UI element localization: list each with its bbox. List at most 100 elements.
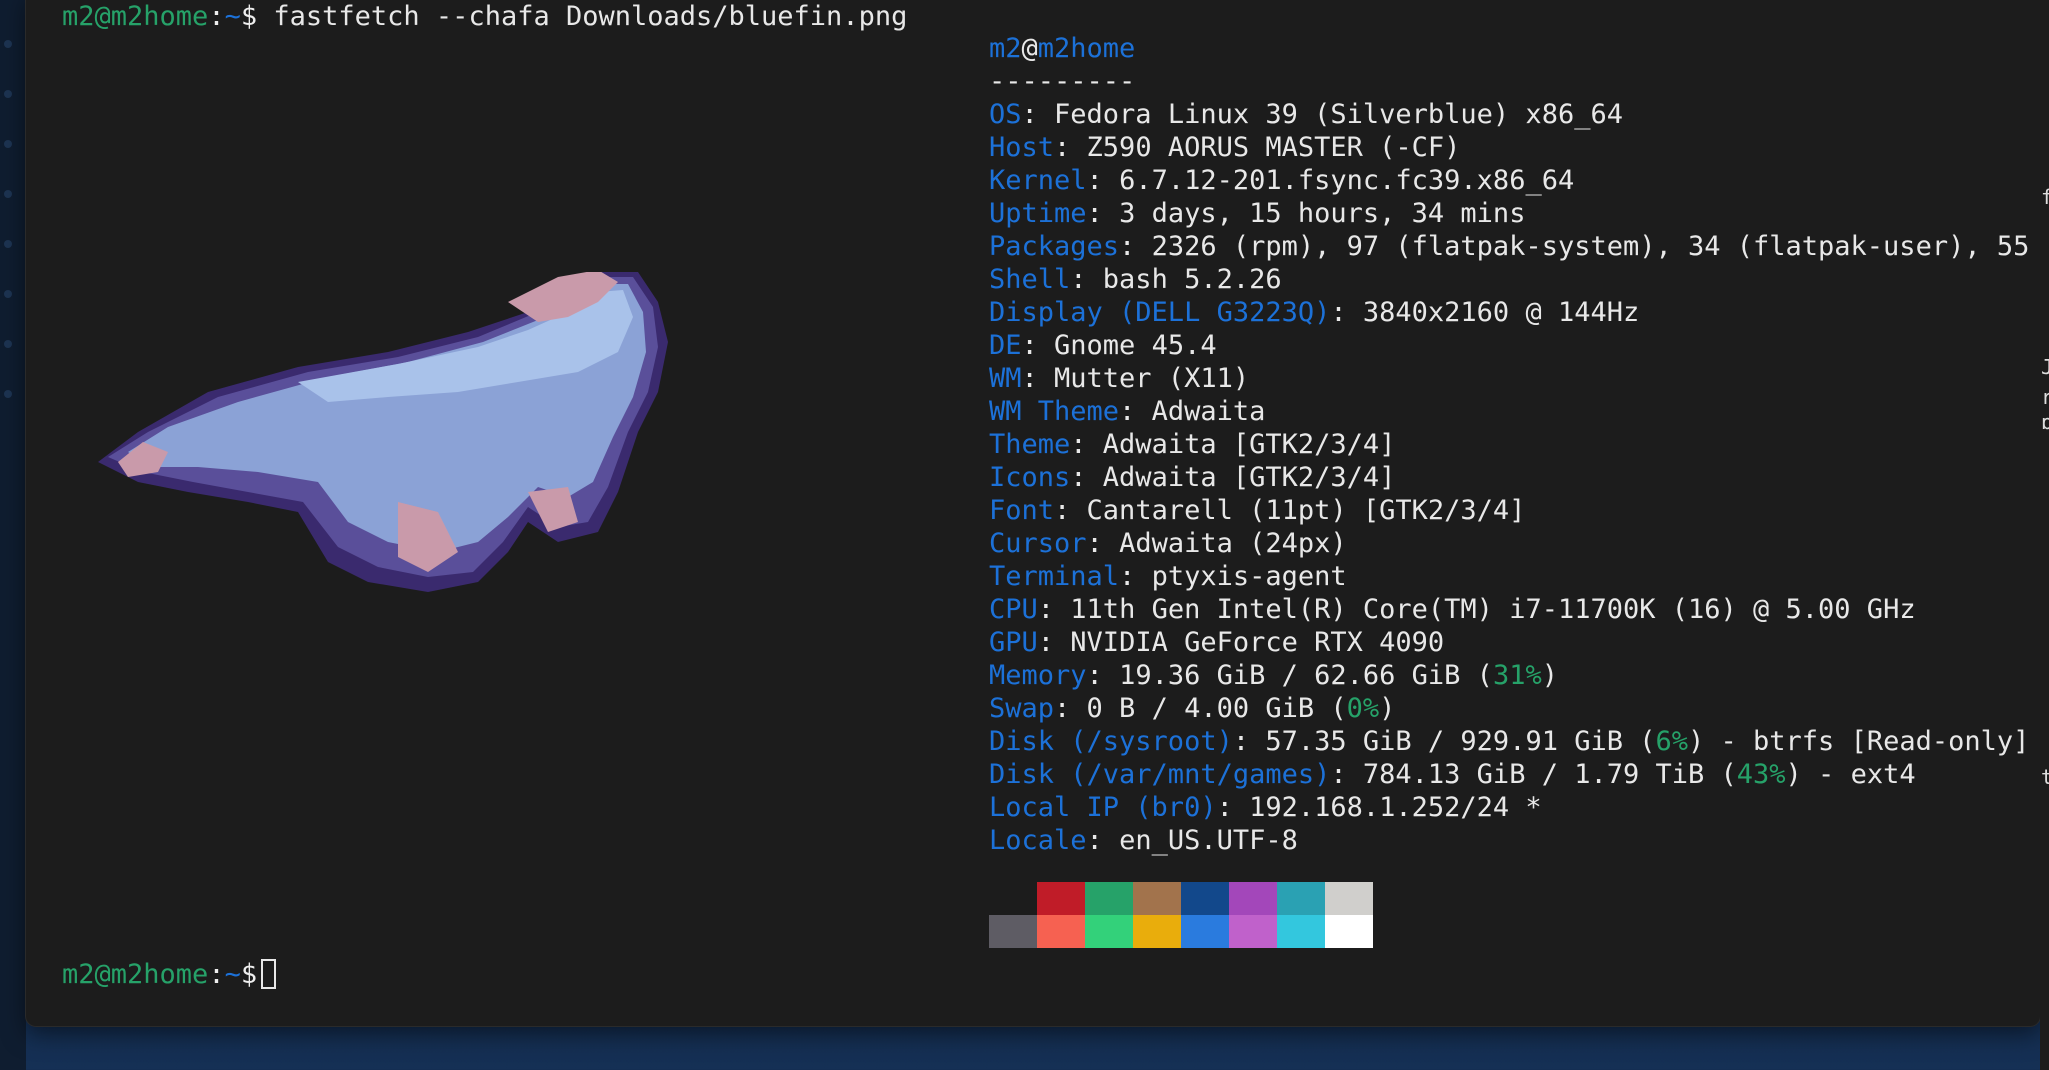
- info-value: 57.35 GiB / 929.91 GiB (: [1265, 726, 1656, 757]
- palette-swatch: [1181, 882, 1229, 915]
- prompt-symbol: $: [240, 959, 258, 990]
- terminal-window[interactable]: m2@m2home:~$ fastfetch --chafa Downloads…: [26, 0, 2040, 1026]
- info-key: Icons: [989, 462, 1071, 493]
- info-value: 3840x2160 @ 144Hz: [1362, 297, 1640, 328]
- palette-swatch: [989, 882, 1037, 915]
- palette-swatch: [1085, 882, 1133, 915]
- palette-swatch: [1085, 915, 1133, 948]
- edge-text-fragment: r: [2041, 385, 2049, 409]
- info-value-tail: ) - btrfs [Read-only]: [1688, 726, 2030, 757]
- bluefin-dinosaur-image: [98, 272, 668, 592]
- info-key: Local IP (br0): [989, 792, 1217, 823]
- info-key: Kernel: [989, 165, 1087, 196]
- dinosaur-pixel-art: [98, 272, 668, 592]
- info-value: 2326 (rpm), 97 (flatpak-system), 34 (fla…: [1151, 231, 2040, 262]
- info-value: 11th Gen Intel(R) Core(TM) i7-11700K (16…: [1070, 594, 1916, 625]
- prompt-path: ~: [224, 1, 241, 32]
- info-row: Display (DELL G3223Q): 3840x2160 @ 144Hz: [989, 297, 1640, 328]
- info-key: Display (DELL G3223Q): [989, 297, 1331, 328]
- palette-swatch: [1325, 915, 1373, 948]
- palette-swatch: [1133, 915, 1181, 948]
- info-value: Adwaita (24px): [1119, 528, 1347, 559]
- info-value: Fedora Linux 39 (Silverblue) x86_64: [1054, 99, 1623, 130]
- prompt-separator: :: [208, 1, 225, 32]
- palette-swatch: [1277, 915, 1325, 948]
- palette-swatch: [1133, 882, 1181, 915]
- info-value: Adwaita [GTK2/3/4]: [1102, 429, 1396, 460]
- info-key: WM Theme: [989, 396, 1120, 427]
- info-row: Terminal: ptyxis-agent: [989, 561, 1347, 592]
- info-row: OS: Fedora Linux 39 (Silverblue) x86_64: [989, 99, 1623, 130]
- info-row: DE: Gnome 45.4: [989, 330, 1217, 361]
- info-row: Kernel: 6.7.12-201.fsync.fc39.x86_64: [989, 165, 1575, 196]
- palette-swatch: [1229, 915, 1277, 948]
- info-value-tail: ): [1541, 660, 1558, 691]
- info-key: OS: [989, 99, 1022, 130]
- info-value: 6.7.12-201.fsync.fc39.x86_64: [1119, 165, 1575, 196]
- info-key: Swap: [989, 693, 1055, 724]
- info-value: Z590 AORUS MASTER (-CF): [1086, 132, 1461, 163]
- palette-swatch: [1037, 915, 1085, 948]
- prompt-separator: :: [208, 959, 225, 990]
- info-key: Host: [989, 132, 1055, 163]
- title-host: m2home: [1037, 33, 1136, 64]
- info-value: bash 5.2.26: [1102, 264, 1282, 295]
- info-row: Locale: en_US.UTF-8: [989, 825, 1298, 856]
- info-value: ptyxis-agent: [1151, 561, 1347, 592]
- text-cursor: [261, 959, 277, 989]
- prompt-user-host: m2@m2home: [62, 959, 209, 990]
- desktop-edge-right: f Jrɒt t: [2040, 0, 2049, 1070]
- palette-swatch: [989, 915, 1037, 948]
- info-value: Adwaita [GTK2/3/4]: [1102, 462, 1396, 493]
- info-value-tail: ): [1379, 693, 1396, 724]
- info-value: NVIDIA GeForce RTX 4090: [1070, 627, 1445, 658]
- info-key: Cursor: [989, 528, 1087, 559]
- palette-swatch: [1325, 882, 1373, 915]
- title-user: m2: [989, 33, 1022, 64]
- info-percent: 31%: [1492, 660, 1542, 691]
- info-key: Theme: [989, 429, 1071, 460]
- info-key: Disk (/sysroot): [989, 726, 1233, 757]
- info-key: Locale: [989, 825, 1087, 856]
- prompt-user-host: m2@m2home: [62, 1, 209, 32]
- info-value: 19.36 GiB / 62.66 GiB (: [1119, 660, 1493, 691]
- info-separator: ---------: [989, 66, 1136, 97]
- info-value: 3 days, 15 hours, 34 mins: [1119, 198, 1526, 229]
- info-row: CPU: 11th Gen Intel(R) Core(TM) i7-11700…: [989, 594, 1916, 625]
- info-row: GPU: NVIDIA GeForce RTX 4090: [989, 627, 1445, 658]
- info-key: DE: [989, 330, 1022, 361]
- info-row: Shell: bash 5.2.26: [989, 264, 1282, 295]
- info-key: Uptime: [989, 198, 1087, 229]
- command-line: m2@m2home:~$ fastfetch --chafa Downloads…: [62, 0, 907, 33]
- edge-text-fragment: J: [2041, 355, 2049, 379]
- info-key: GPU: [989, 627, 1038, 658]
- info-row: Font: Cantarell (11pt) [GTK2/3/4]: [989, 495, 1526, 526]
- info-row: Host: Z590 AORUS MASTER (-CF): [989, 132, 1461, 163]
- edge-text-fragment: f: [2041, 185, 2049, 209]
- edge-text-fragment: ɒt: [2041, 410, 2049, 434]
- palette-row-bright: [989, 915, 1373, 948]
- info-row: Cursor: Adwaita (24px): [989, 528, 1347, 559]
- info-key: Packages: [989, 231, 1120, 262]
- info-key: WM: [989, 363, 1022, 394]
- info-value: 192.168.1.252/24 *: [1249, 792, 1542, 823]
- info-row: WM: Mutter (X11): [989, 363, 1250, 394]
- palette-swatch: [1181, 915, 1229, 948]
- info-key: Memory: [989, 660, 1087, 691]
- info-percent: 0%: [1346, 693, 1380, 724]
- info-value: Gnome 45.4: [1054, 330, 1217, 361]
- color-palette: [989, 882, 1373, 948]
- info-percent: 6%: [1655, 726, 1689, 757]
- info-percent: 43%: [1736, 759, 1786, 790]
- info-key: CPU: [989, 594, 1038, 625]
- info-value: Mutter (X11): [1054, 363, 1250, 394]
- info-row: Icons: Adwaita [GTK2/3/4]: [989, 462, 1396, 493]
- info-rows: OS: Fedora Linux 39 (Silverblue) x86_64 H…: [989, 98, 2040, 857]
- prompt-path: ~: [224, 959, 241, 990]
- info-row: Uptime: 3 days, 15 hours, 34 mins: [989, 198, 1526, 229]
- palette-row-normal: [989, 882, 1373, 915]
- info-key: Shell: [989, 264, 1071, 295]
- palette-swatch: [1277, 882, 1325, 915]
- palette-swatch: [1037, 882, 1085, 915]
- active-prompt[interactable]: m2@m2home:~$: [62, 958, 277, 991]
